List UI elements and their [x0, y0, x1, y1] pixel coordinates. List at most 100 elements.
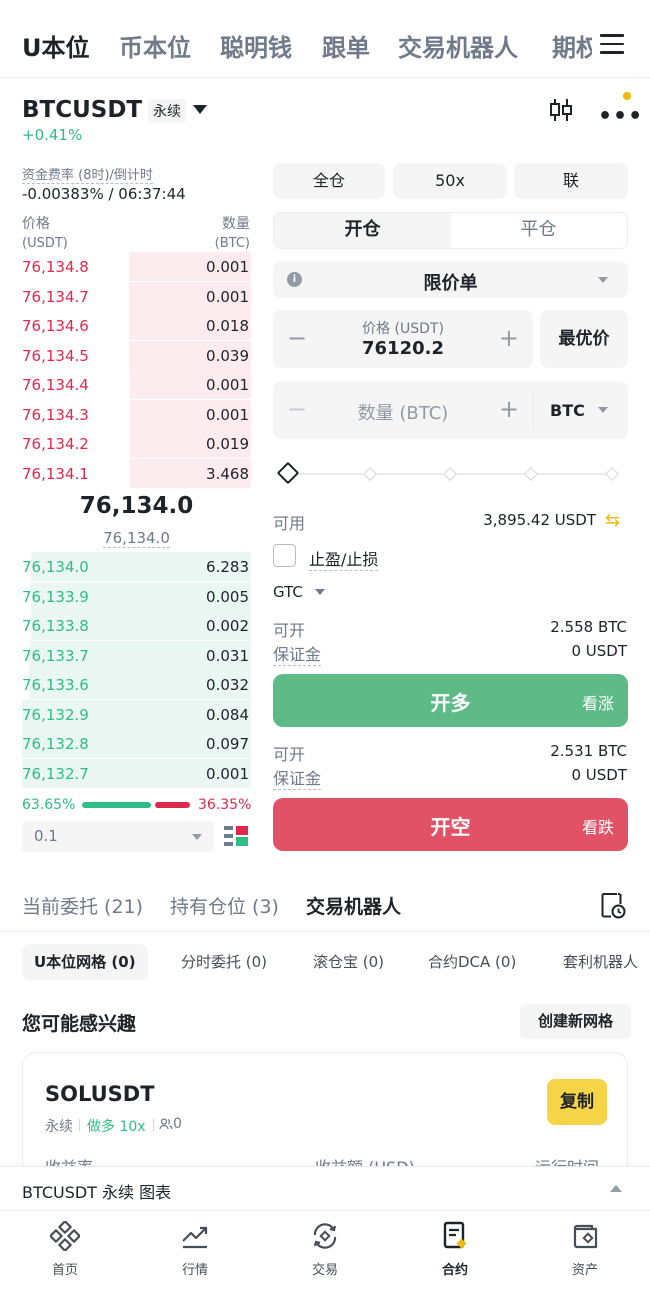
chip-arbitrage-bot[interactable]: 套利机器人: [551, 944, 650, 980]
ask-row[interactable]: 76,134.1 3.468: [22, 459, 251, 488]
card-users-count: 0: [173, 1116, 182, 1132]
chevron-down-icon: [192, 834, 202, 840]
contract-type-badge: 永续: [148, 99, 186, 123]
chart-drawer-label: BTCUSDT 永续 图表: [22, 1183, 172, 1202]
tab-close-position[interactable]: 平仓: [451, 213, 626, 248]
bid-row[interactable]: 76,133.9 0.005: [22, 582, 251, 611]
margin-mode-button[interactable]: 全仓: [273, 163, 385, 199]
ask-row[interactable]: 76,134.8 0.001: [22, 252, 251, 281]
futures-icon: [443, 1221, 467, 1249]
ask-row[interactable]: 76,134.5 0.039: [22, 341, 251, 370]
funding-rate-label[interactable]: 资金费率 (8时)/倒计时: [22, 164, 153, 184]
nav-futures[interactable]: 合约: [415, 1221, 495, 1278]
funding-rate-value: -0.00383% / 06:37:44: [22, 185, 186, 203]
ask-row[interactable]: 76,134.3 0.001: [22, 400, 251, 429]
bbo-button[interactable]: 最优价: [540, 310, 628, 368]
chip-twap[interactable]: 分时委托 (0): [169, 944, 279, 980]
tab-usdm[interactable]: U本位: [22, 28, 90, 63]
orderbook-layout-icon[interactable]: [224, 825, 248, 847]
tab-trading-bots[interactable]: 交易机器人: [398, 28, 518, 63]
chevron-down-icon[interactable]: [315, 589, 325, 595]
bid-row[interactable]: 76,132.8 0.097: [22, 729, 251, 758]
quantity-input[interactable]: − 数量 (BTC) + BTC: [273, 381, 628, 439]
time-in-force-select[interactable]: GTC: [273, 583, 303, 601]
candlestick-chart-icon[interactable]: [548, 97, 574, 123]
section-tabs: 当前委托 (21) 持有仓位 (3) 交易机器人: [0, 876, 650, 932]
long-margin-label: 保证金: [273, 641, 322, 666]
more-icon[interactable]: •••: [598, 104, 643, 129]
quantity-unit-select[interactable]: BTC: [550, 401, 585, 420]
last-price: 76,134.0: [79, 493, 194, 519]
short-margin-label: 保证金: [273, 765, 322, 790]
bid-row[interactable]: 76,132.9 0.084: [22, 700, 251, 729]
tab-positions[interactable]: 持有仓位 (3): [170, 892, 279, 919]
sell-ratio-bar: [155, 802, 190, 808]
long-margin-value: 0 USDT: [571, 642, 627, 660]
chart-drawer[interactable]: BTCUSDT 永续 图表: [0, 1166, 650, 1210]
open-long-button[interactable]: 开多 看涨: [273, 674, 628, 727]
bid-row[interactable]: 76,133.7 0.031: [22, 641, 251, 670]
price-change: +0.41%: [22, 126, 83, 144]
ask-row[interactable]: 76,134.4 0.001: [22, 370, 251, 399]
order-history-icon[interactable]: [600, 891, 626, 919]
ask-row[interactable]: 76,134.2 0.019: [22, 429, 251, 458]
precision-select[interactable]: 0.1: [22, 821, 214, 852]
card-direction-tag: 做多 10x: [87, 1119, 146, 1135]
short-can-open-label: 可开: [273, 745, 306, 764]
available-value: 3,895.42 USDT: [483, 511, 596, 529]
wallet-icon: [573, 1224, 598, 1249]
tab-copy-trading[interactable]: 跟单: [322, 28, 370, 63]
plus-icon[interactable]: +: [499, 324, 519, 352]
tab-open-position[interactable]: 开仓: [274, 213, 451, 248]
bid-row[interactable]: 76,133.8 0.002: [22, 611, 251, 640]
tpsl-checkbox[interactable]: [273, 544, 296, 567]
copy-button[interactable]: 复制: [547, 1079, 607, 1125]
quantity-slider[interactable]: [276, 461, 620, 485]
tab-open-orders[interactable]: 当前委托 (21): [22, 892, 143, 919]
tab-smart-money[interactable]: 聪明钱: [220, 28, 292, 63]
bid-row[interactable]: 76,132.7 0.001: [22, 759, 251, 788]
bid-row[interactable]: 76,133.6 0.032: [22, 670, 251, 699]
chevron-down-icon[interactable]: [193, 105, 207, 114]
ask-row[interactable]: 76,134.7 0.001: [22, 282, 251, 311]
nav-assets[interactable]: 资产: [545, 1221, 625, 1278]
tab-bots[interactable]: 交易机器人: [306, 892, 401, 919]
orderbook-price-header: 价格 (USDT): [22, 216, 68, 251]
price-input[interactable]: − 价格 (USDT) 76120.2 +: [273, 310, 533, 368]
top-tabs: U本位 币本位 聪明钱 跟单 交易机器人 期权: [0, 0, 650, 78]
open-short-button[interactable]: 开空 看跌: [273, 798, 628, 851]
tab-coinm[interactable]: 币本位: [119, 28, 191, 63]
symbol-title[interactable]: BTCUSDT: [22, 97, 142, 123]
tab-options[interactable]: 期权: [552, 28, 592, 63]
ask-row[interactable]: 76,134.6 0.018: [22, 311, 251, 340]
buy-ratio-bar: [82, 802, 151, 808]
tpsl-label[interactable]: 止盈/止损: [309, 546, 379, 571]
chip-usdm-grid[interactable]: U本位网格 (0): [22, 944, 148, 980]
create-grid-button[interactable]: 创建新网格: [520, 1004, 631, 1039]
menu-icon[interactable]: [600, 34, 624, 54]
card-contract-tag: 永续: [45, 1119, 73, 1135]
chip-rolling[interactable]: 滚仓宝 (0): [301, 944, 396, 980]
card-symbol: SOLUSDT: [45, 1082, 155, 1106]
orderbook-qty-header: 数量 (BTC): [214, 216, 250, 251]
trade-icon: [313, 1223, 337, 1249]
open-close-toggle: 开仓 平仓: [273, 212, 628, 249]
chevron-down-icon: [598, 407, 608, 413]
nav-markets[interactable]: 行情: [155, 1221, 235, 1278]
plus-icon[interactable]: +: [499, 395, 519, 423]
leverage-button[interactable]: 50x: [393, 163, 507, 199]
long-can-open-value: 2.558 BTC: [550, 618, 627, 636]
long-can-open-label: 可开: [273, 621, 306, 640]
nav-trade[interactable]: 交易: [285, 1221, 365, 1278]
asset-mode-button[interactable]: 联: [514, 163, 628, 199]
order-type-select[interactable]: i 限价单: [273, 261, 628, 298]
bid-row[interactable]: 76,134.0 6.283: [22, 552, 251, 581]
chevron-down-icon: [598, 277, 608, 283]
nav-home[interactable]: 首页: [25, 1221, 105, 1278]
slider-handle[interactable]: [276, 461, 300, 485]
mark-price[interactable]: 76,134.0: [22, 529, 251, 548]
buy-ratio: 63.65%: [22, 797, 76, 813]
chip-futures-dca[interactable]: 合约DCA (0): [416, 944, 528, 980]
chevron-up-icon[interactable]: [610, 1185, 622, 1192]
transfer-icon[interactable]: ⇆: [605, 510, 620, 531]
